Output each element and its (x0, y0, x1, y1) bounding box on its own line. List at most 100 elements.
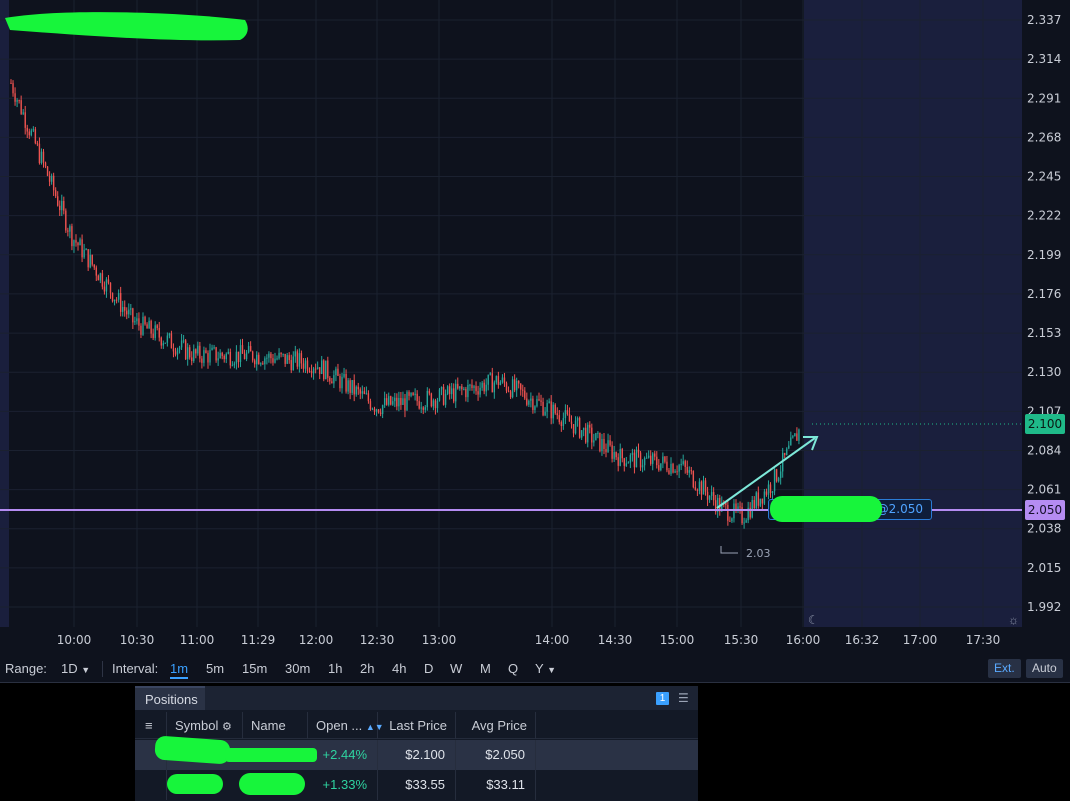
interval-5m[interactable]: 5m (206, 661, 224, 676)
interval-d[interactable]: D (424, 661, 433, 676)
candle-body (150, 320, 152, 334)
candle-body (402, 398, 404, 405)
candle-body (706, 491, 709, 500)
candle-body (111, 292, 114, 302)
time-tick-label: 11:00 (180, 633, 215, 647)
candle-body (357, 386, 359, 390)
candle-body (737, 506, 739, 510)
list-menu-icon[interactable]: ☰ (678, 691, 689, 705)
time-tick-label: 10:00 (57, 633, 92, 647)
price-tick-label: 2.268 (1027, 130, 1061, 144)
candle-body (109, 282, 112, 293)
candle-body (235, 351, 238, 364)
hamburger-icon[interactable]: ≡ (135, 712, 167, 739)
candle-body (215, 347, 217, 361)
candle-body (351, 380, 353, 393)
candle-body (124, 307, 126, 311)
candle-body (428, 390, 431, 394)
candle-body (308, 370, 311, 372)
interval-2h[interactable]: 2h (360, 661, 374, 676)
candle-body (690, 470, 693, 472)
candle-body (36, 143, 39, 145)
candle-body (89, 254, 91, 268)
candle-body (656, 456, 658, 466)
candle-body (178, 347, 181, 350)
interval-y[interactable]: Y ▼ (535, 661, 556, 676)
candle-body (779, 471, 782, 479)
candle-body (270, 353, 272, 359)
candle-body (767, 484, 770, 495)
interval-q[interactable]: Q (508, 661, 518, 676)
table-row[interactable]: +1.33% $33.55 $33.11 (135, 770, 698, 800)
interval-m[interactable]: M (480, 661, 491, 676)
candle-body (761, 498, 764, 504)
candle-body (199, 345, 201, 359)
col-last-price[interactable]: Last Price (378, 712, 456, 739)
time-tick-label: 12:00 (299, 633, 334, 647)
candle-body (639, 452, 642, 468)
chart-toolbar: Range: 1D ▼ Interval: 1m 5m 15m 30m 1h 2… (0, 655, 1070, 683)
candle-body (10, 82, 12, 84)
candle-body (34, 129, 37, 144)
candle-body (103, 286, 106, 292)
col-symbol[interactable]: Symbol ⚙ (167, 712, 243, 739)
candle-body (258, 354, 260, 365)
candle-body (708, 495, 711, 500)
candle-body (213, 347, 215, 349)
auto-scale-button[interactable]: Auto (1026, 659, 1063, 678)
candle-body (773, 469, 776, 492)
candle-body (688, 470, 690, 473)
candle-body (426, 390, 429, 408)
low-marker-label: 2.03 (746, 547, 771, 560)
candle-body (219, 352, 221, 359)
time-tick-label: 11:29 (241, 633, 276, 647)
price-chart[interactable]: 2.03 2.337 2.314 2.291 2.268 2.245 2.222 2.199… (0, 0, 1070, 655)
candle-body (497, 376, 500, 385)
candle-body (727, 505, 729, 521)
candle-body (438, 389, 441, 401)
time-axis[interactable]: 10:00 10:30 11:00 11:29 12:00 12:30 13:00 14:00… (57, 633, 1001, 647)
candle-body (735, 503, 737, 510)
gear-icon[interactable]: ⚙ (222, 721, 232, 733)
col-avg-price[interactable]: Avg Price (456, 712, 536, 739)
candle-body (249, 346, 252, 352)
row-spacer (135, 770, 167, 800)
candle-body (416, 393, 418, 402)
candle-body (513, 379, 516, 391)
time-tick-label: 16:32 (845, 633, 880, 647)
time-tick-label: 14:30 (598, 633, 633, 647)
candle-body (71, 226, 73, 247)
interval-1m[interactable]: 1m (170, 661, 189, 679)
candle-body (544, 411, 546, 416)
candle-body (792, 436, 794, 438)
interval-1h[interactable]: 1h (328, 661, 342, 676)
candle-body (434, 400, 437, 409)
chart-canvas[interactable]: 2.03 2.337 2.314 2.291 2.268 2.245 2.222 2.199… (0, 0, 1070, 655)
interval-30m[interactable]: 30m (285, 661, 310, 676)
col-open-pl[interactable]: Open ... ▲▼ (308, 712, 384, 739)
table-row[interactable]: +2.44% $2.100 $2.050 (135, 735, 698, 770)
candle-body (268, 353, 270, 358)
interval-w[interactable]: W (450, 661, 462, 676)
range-label: Range: (5, 661, 47, 676)
candle-body (629, 455, 632, 463)
col-name[interactable]: Name (243, 712, 308, 739)
candle-body (12, 83, 14, 94)
candle-body (101, 273, 104, 287)
interval-4h[interactable]: 4h (392, 661, 406, 676)
range-dropdown[interactable]: 1D ▼ (61, 661, 90, 676)
tab-positions[interactable]: Positions (135, 686, 205, 710)
candle-body (146, 324, 148, 329)
candle-body (635, 449, 638, 468)
price-tick-label: 2.038 (1027, 522, 1061, 536)
candle-body (162, 343, 165, 346)
price-tick-label: 2.061 (1027, 483, 1061, 497)
open-pl-value: +2.44% (308, 740, 378, 770)
candle-body (369, 401, 372, 410)
price-axis[interactable]: 2.337 2.314 2.291 2.268 2.245 2.222 2.199 2.176… (1027, 13, 1061, 614)
candle-body (132, 308, 134, 323)
candle-body (286, 355, 288, 364)
extended-hours-button[interactable]: Ext. (988, 659, 1021, 678)
candle-body (495, 376, 498, 383)
interval-15m[interactable]: 15m (242, 661, 267, 676)
